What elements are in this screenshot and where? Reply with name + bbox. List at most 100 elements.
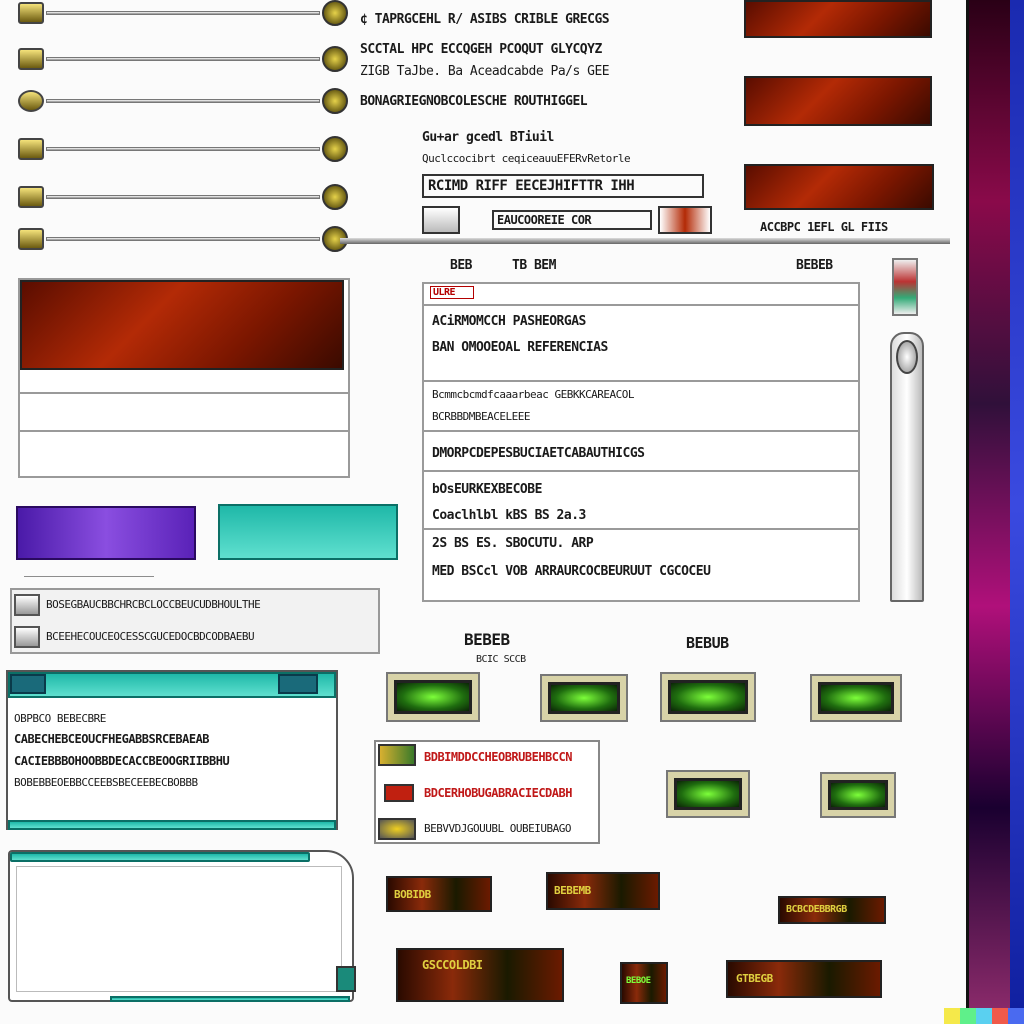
slider-6[interactable]	[18, 226, 348, 252]
empty-window-footer	[110, 996, 350, 1002]
preview-tile-2[interactable]	[744, 76, 932, 126]
side-scrollbar[interactable]	[1010, 0, 1024, 1010]
side-decor-panel	[966, 0, 1010, 1010]
slider-track[interactable]	[46, 11, 320, 15]
toolbar-label[interactable]: EAUCOOREIE COR	[492, 210, 652, 230]
toolbar-icon-1[interactable]	[422, 206, 460, 234]
slider-knob-icon[interactable]	[322, 136, 348, 162]
dark-button-5[interactable]: BEBOE	[620, 962, 668, 1004]
window-close-icon[interactable]	[278, 674, 318, 694]
green-display	[818, 682, 894, 714]
slider-track[interactable]	[46, 147, 320, 151]
slider-knob-icon[interactable]	[322, 88, 348, 114]
alert-item[interactable]: BDCERHOBUGABRACIECDABH	[424, 786, 596, 800]
dark-button-1[interactable]: BOBIDB	[386, 876, 492, 912]
bottom-label-3: BEBUB	[686, 634, 729, 652]
bottom-label-1: BEBEB	[464, 630, 510, 649]
slider-handle-icon[interactable]	[18, 90, 44, 112]
bottom-label-2: BCIC SCCB	[476, 654, 526, 665]
divider	[24, 576, 154, 577]
dark-button-label: BOBIDB	[394, 888, 431, 901]
left-panel-banner	[20, 280, 344, 370]
slider-handle-icon[interactable]	[18, 48, 44, 70]
slider-track[interactable]	[46, 195, 320, 199]
teal-window: OBPBCO BEBECBRE CABECHEBCEOUCFHEGABBSRCE…	[6, 670, 338, 830]
alert-item[interactable]: BDBIMDDCCHEOBRUBEHBCCN	[424, 750, 596, 764]
divider	[424, 470, 858, 472]
slider-track[interactable]	[46, 99, 320, 103]
green-display	[828, 780, 888, 810]
vertical-scrollbar[interactable]	[890, 332, 924, 602]
green-button-2[interactable]	[540, 674, 628, 722]
list-item[interactable]: BOSEGBAUCBBCHRCBCLOCCBEUCUDBHOULTHE	[46, 598, 376, 611]
list-item[interactable]: BCEEHECOUCEOCESSCGUCEDOCBDCODBAEBU	[46, 630, 376, 643]
panel-row[interactable]: Coaclhlbl kBS BS 2a.3	[432, 508, 852, 523]
slider-4[interactable]	[18, 136, 348, 162]
toolbar-icon-2[interactable]	[658, 206, 712, 234]
panel-row[interactable]: DMORPCDEPESBUCIAETCABAUTHICGS	[432, 446, 852, 461]
alert-list: BDBIMDDCCHEOBRUBEHBCCN BDCERHOBUGABRACIE…	[374, 740, 600, 844]
alert-item[interactable]: BEBVVDJGOUUBL OUBEIUBAGO	[424, 822, 596, 835]
slider-1[interactable]	[18, 0, 348, 26]
panel-row[interactable]: Bcmmcbcmdfcaaarbeac GEBKKCAREACOL	[432, 388, 852, 401]
preview-tile-3[interactable]	[744, 164, 934, 210]
green-button-4[interactable]	[810, 674, 902, 722]
window-line: CABECHEBCEOUCFHEGABBSRCEBAEAB	[14, 732, 210, 746]
panel-row[interactable]: 2S BS ES. SBOCUTU. ARP	[432, 536, 852, 551]
top-text-line-2: SCCTAL HPC ECCQGEH PCOQUT GLYCQYZ	[360, 42, 602, 57]
window-line: CACIEBBBOHOOBBDECACCBEOOGRIIBBHU	[14, 754, 230, 768]
divider	[20, 392, 348, 394]
mid-label-3[interactable]: RCIMD RIFF EECEJHIFTTR IHH	[422, 174, 704, 198]
slider-handle-icon[interactable]	[18, 186, 44, 208]
scroll-widget-top[interactable]	[892, 258, 918, 316]
slider-track[interactable]	[46, 237, 320, 241]
top-text-line-1: ¢ TAPRGCEHL R/ ASIBS CRIBLE GRECGS	[360, 12, 610, 27]
panel-row[interactable]: BAN OMOOEOAL REFERENCIAS	[432, 340, 852, 355]
dark-button-3[interactable]: BCBCDEBBRGB	[778, 896, 886, 924]
green-button-5[interactable]	[666, 770, 750, 818]
window-line: OBPBCO BEBECBRE	[14, 712, 106, 725]
divider	[424, 528, 858, 530]
divider	[424, 430, 858, 432]
green-button-3[interactable]	[660, 672, 756, 722]
window-menu-icon[interactable]	[10, 674, 46, 694]
mid-label-2: Quclccocibrt ceqiceauuEFERvRetorle	[422, 152, 631, 165]
panel-row[interactable]: MED BSCcl VOB ARRAURCOCBEURUUT CGCOCEU	[432, 564, 852, 579]
dark-button-4[interactable]: GSCCOLDBI	[396, 948, 564, 1002]
green-button-6[interactable]	[820, 772, 896, 818]
slider-knob-icon[interactable]	[322, 184, 348, 210]
dark-button-6[interactable]: GTBEGB	[726, 960, 882, 998]
resize-handle-icon[interactable]	[336, 966, 356, 992]
slider-knob-icon[interactable]	[322, 46, 348, 72]
color-swatch-strip	[944, 1008, 1024, 1024]
dark-button-label: BCBCDEBBRGB	[786, 904, 847, 915]
panel-row[interactable]: BCRBBDMBEACELEEE	[432, 410, 852, 423]
slider-track[interactable]	[46, 57, 320, 61]
panel-row[interactable]: ACiRMOMCCH PASHEORGAS	[432, 314, 852, 329]
scroll-thumb-icon[interactable]	[896, 340, 918, 374]
slider-5[interactable]	[18, 184, 348, 210]
purple-button[interactable]	[16, 506, 196, 560]
empty-window-body[interactable]	[16, 866, 342, 992]
warning-icon	[378, 744, 416, 766]
slider-knob-icon[interactable]	[322, 0, 348, 26]
panel-row[interactable]: bOsEURKEXBECOBE	[432, 482, 852, 497]
slider-handle-icon[interactable]	[18, 2, 44, 24]
divider	[20, 430, 348, 432]
dark-button-label: GSCCOLDBI	[422, 958, 483, 972]
teal-button[interactable]	[218, 504, 398, 560]
preview-tile-1[interactable]	[744, 0, 932, 38]
empty-window	[8, 850, 356, 1002]
dark-button-2[interactable]: BEBEMB	[546, 872, 660, 910]
green-button-1[interactable]	[386, 672, 480, 722]
slider-3[interactable]	[18, 88, 348, 114]
left-panel	[18, 278, 350, 478]
slider-2[interactable]	[18, 46, 348, 72]
slider-handle-icon[interactable]	[18, 228, 44, 250]
slider-handle-icon[interactable]	[18, 138, 44, 160]
top-text-line-4: BONAGRIEGNOBCOLESCHE ROUTHIGGEL	[360, 94, 588, 109]
dark-button-label: BEBEMB	[554, 884, 591, 897]
empty-window-titlebar	[10, 852, 310, 862]
green-display	[394, 680, 472, 714]
divider	[424, 304, 858, 306]
